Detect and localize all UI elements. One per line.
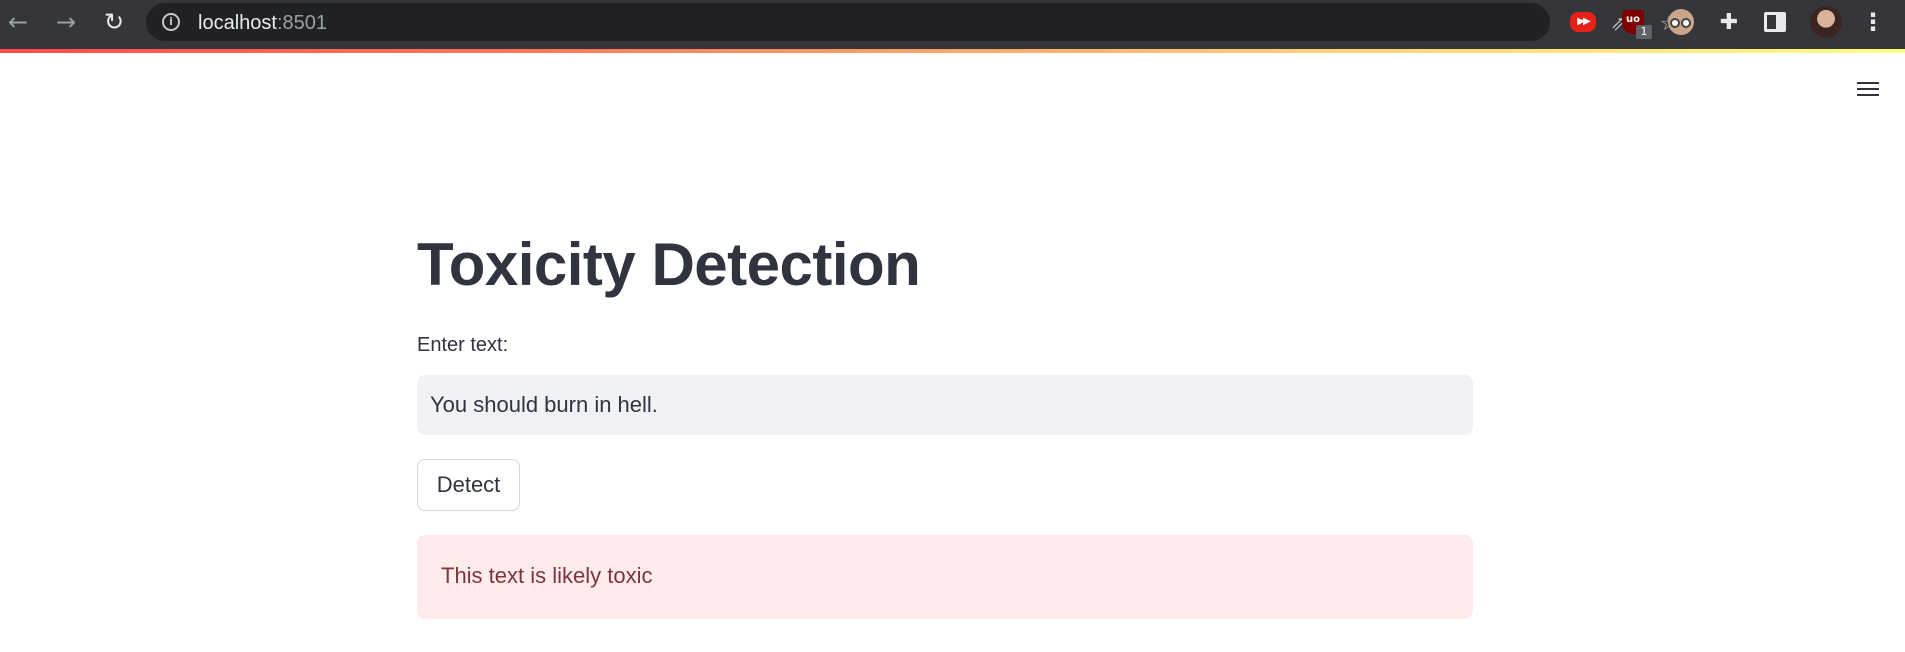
url-port: :8501 bbox=[276, 12, 327, 34]
ublock-ext-icon[interactable]: uo 1 bbox=[1620, 9, 1652, 39]
eyes-ext-icon[interactable] bbox=[1668, 9, 1694, 35]
left-eye bbox=[1670, 18, 1680, 28]
page-title: Toxicity Detection bbox=[417, 231, 921, 298]
browser-toolbar: ← → ↻ i localhost:8501 ⇗ ☆ ▶▶ uo 1 ✚ ⋮ bbox=[0, 0, 1905, 50]
input-label: Enter text: bbox=[417, 334, 509, 356]
result-alert: This text is likely toxic bbox=[417, 535, 1473, 619]
profile-avatar[interactable] bbox=[1810, 6, 1842, 38]
puzzle-icon[interactable]: ✚ bbox=[1716, 9, 1742, 35]
reload-button[interactable]: ↻ bbox=[96, 4, 132, 40]
url-host: localhost bbox=[198, 12, 277, 34]
text-input[interactable] bbox=[417, 375, 1473, 435]
back-button[interactable]: ← bbox=[0, 4, 36, 40]
eyes-face bbox=[1668, 9, 1694, 35]
more-menu-icon[interactable]: ⋮ bbox=[1860, 8, 1886, 36]
info-icon[interactable]: i bbox=[162, 13, 180, 31]
hamburger-menu-icon[interactable] bbox=[1857, 78, 1881, 98]
right-eye bbox=[1681, 18, 1691, 28]
side-panel-glyph bbox=[1764, 12, 1786, 32]
streamlit-header-decoration bbox=[0, 49, 1905, 53]
youtube-ext-glyph: ▶▶ bbox=[1570, 12, 1596, 32]
detect-button[interactable]: Detect bbox=[417, 459, 520, 511]
side-panel-icon[interactable] bbox=[1762, 9, 1788, 35]
avatar-image bbox=[1810, 6, 1842, 38]
url-text[interactable]: localhost:8501 bbox=[198, 12, 327, 34]
ublock-badge: 1 bbox=[1636, 25, 1652, 39]
forward-button[interactable]: → bbox=[48, 4, 84, 40]
address-bar[interactable]: i localhost:8501 ⇗ ☆ bbox=[146, 3, 1678, 41]
result-text: This text is likely toxic bbox=[441, 563, 653, 588]
youtube-ext-icon[interactable]: ▶▶ bbox=[1570, 9, 1596, 35]
